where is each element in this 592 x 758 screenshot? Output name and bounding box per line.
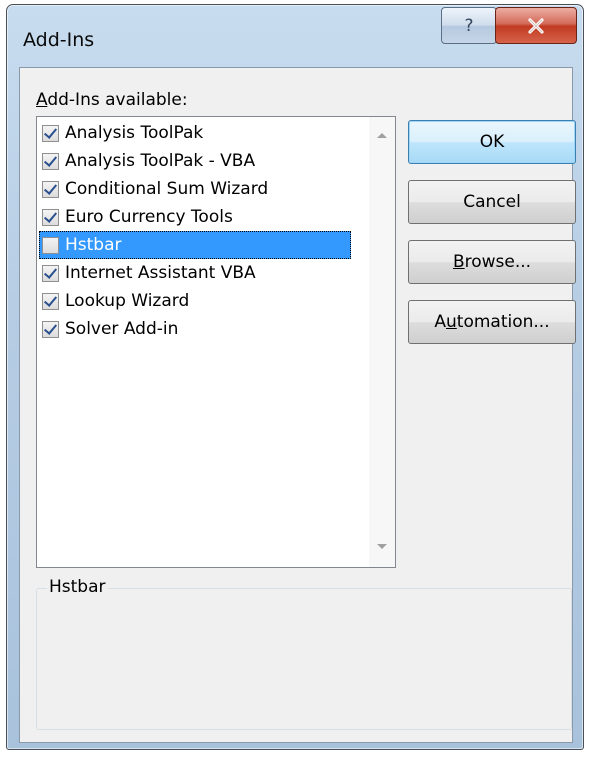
checkbox[interactable] [42, 320, 59, 338]
checkbox[interactable] [42, 208, 59, 226]
list-item[interactable]: Internet Assistant VBA [39, 259, 351, 287]
dialog-body: Add-Ins available: Analysis ToolPak Anal… [19, 67, 576, 743]
checkbox[interactable] [42, 292, 59, 310]
checkbox[interactable] [42, 180, 59, 198]
list-item-selected[interactable]: Hstbar [39, 231, 351, 259]
help-button[interactable]: ? [441, 7, 497, 44]
dialog-title: Add-Ins [23, 29, 95, 51]
browse-button[interactable]: Browse... [408, 240, 576, 284]
cancel-button[interactable]: Cancel [408, 180, 576, 224]
add-ins-available-label: Add-Ins available: [36, 90, 188, 110]
list-item[interactable]: Analysis ToolPak - VBA [39, 147, 351, 175]
close-button[interactable] [495, 7, 577, 44]
checkbox[interactable] [42, 236, 59, 254]
add-ins-listbox[interactable]: Analysis ToolPak Analysis ToolPak - VBA … [36, 116, 396, 568]
list-item[interactable]: Euro Currency Tools [39, 203, 351, 231]
scroll-up-arrow-icon[interactable] [377, 133, 387, 138]
list-item[interactable]: Conditional Sum Wizard [39, 175, 351, 203]
list-item[interactable]: Solver Add-in [39, 315, 351, 343]
ok-button[interactable]: OK [408, 120, 576, 164]
list-item[interactable]: Analysis ToolPak [39, 119, 351, 147]
checkbox[interactable] [42, 152, 59, 170]
add-ins-dialog: Add-Ins ? Add-Ins available: Analysis To… [6, 4, 584, 750]
close-icon [528, 17, 544, 34]
title-bar[interactable]: Add-Ins ? [7, 5, 583, 69]
checkbox[interactable] [42, 124, 59, 142]
vertical-scrollbar[interactable] [369, 117, 395, 567]
description-groupbox: Hstbar [36, 577, 572, 730]
description-title: Hstbar [47, 577, 108, 597]
help-icon: ? [464, 15, 474, 36]
automation-button[interactable]: Au tomation... [408, 300, 576, 344]
scroll-down-arrow-icon[interactable] [377, 544, 387, 549]
checkbox[interactable] [42, 264, 59, 282]
list-item[interactable]: Lookup Wizard [39, 287, 351, 315]
